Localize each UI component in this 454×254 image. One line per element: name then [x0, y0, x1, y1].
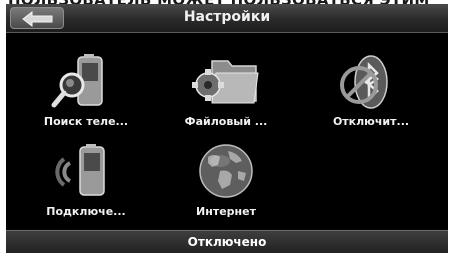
page-title: Настройки	[183, 9, 271, 25]
tile-label: Файловый ...	[184, 115, 268, 128]
tile-label: Подключе...	[46, 205, 126, 218]
tile-label: Поиск теле...	[43, 115, 129, 128]
bluetooth-disabled-icon	[340, 55, 388, 109]
tile-label: Интернет	[196, 205, 256, 218]
phone-connect-icon	[55, 144, 105, 196]
tile-phone-search[interactable]: Поиск теле...	[16, 43, 156, 133]
device-screen: Настройки Поиск теле... Файловый ... Отк…	[6, 4, 448, 253]
settings-grid: Поиск теле... Файловый ... Отключит... П…	[6, 33, 448, 229]
tile-file-manager[interactable]: Файловый ...	[156, 43, 296, 133]
phone-search-icon	[51, 54, 103, 108]
folder-gear-icon	[192, 60, 259, 104]
tile-bluetooth-disable[interactable]: Отключит...	[301, 43, 441, 133]
globe-icon	[199, 144, 253, 198]
connection-status: Отключено	[187, 235, 267, 249]
tile-internet[interactable]: Интернет	[156, 133, 296, 223]
tile-phone-connect[interactable]: Подключе...	[16, 133, 156, 223]
status-bar: Отключено	[6, 230, 448, 253]
tile-label: Отключит...	[332, 115, 410, 128]
header-bar: Настройки	[6, 4, 448, 33]
